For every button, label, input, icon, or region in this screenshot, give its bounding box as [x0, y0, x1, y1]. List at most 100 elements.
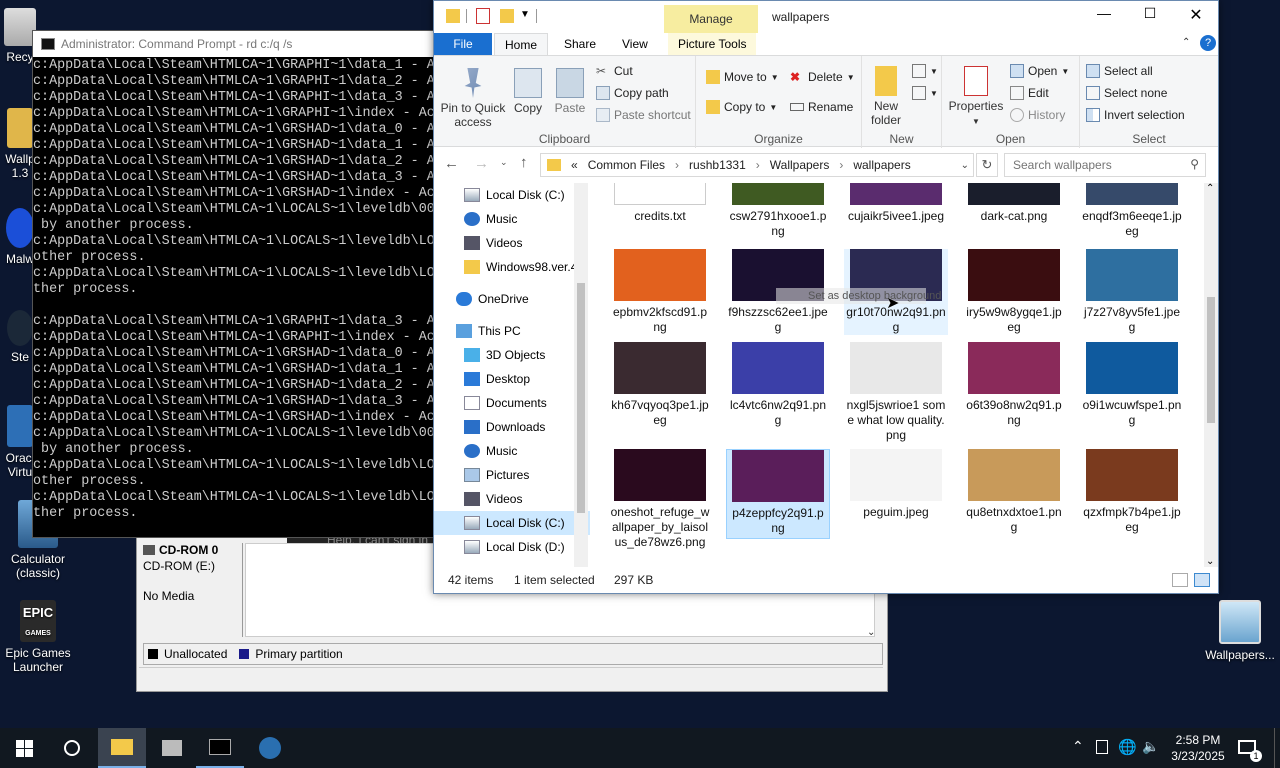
navigation-pane[interactable]: Local Disk (C:) Music Videos Windows98.ver.…: [434, 183, 590, 567]
copy-path-button[interactable]: Copy path: [596, 86, 669, 100]
close-button[interactable]: ✕: [1176, 5, 1216, 27]
content-scrollbar[interactable]: ⌃ ⌄: [1204, 183, 1218, 567]
new-item-button[interactable]: ▼: [912, 64, 938, 78]
maximize-button[interactable]: ☐: [1130, 5, 1170, 27]
breadcrumb-item[interactable]: wallpapers: [853, 158, 910, 172]
nav-scrollbar-thumb[interactable]: [577, 283, 585, 513]
file-item[interactable]: cujaikr5ivee1.jpeg: [844, 183, 948, 224]
content-scrollbar-thumb[interactable]: [1207, 297, 1215, 423]
nav-item-pictures[interactable]: Pictures: [434, 463, 590, 487]
start-button[interactable]: [0, 728, 48, 768]
copy-to-button[interactable]: Copy to ▼: [706, 100, 777, 114]
new-folder-qat-icon[interactable]: [500, 9, 514, 23]
nav-item-desktop[interactable]: Desktop: [434, 367, 590, 391]
details-view-icon[interactable]: [1172, 573, 1188, 587]
up-button[interactable]: ↑: [520, 154, 528, 171]
show-hidden-icons-button[interactable]: ⌃: [1072, 738, 1084, 755]
file-item[interactable]: nxgl5jswrioe1 some what low quality.png: [844, 342, 948, 443]
qat-dropdown-icon[interactable]: ▼: [520, 9, 530, 20]
show-desktop-button[interactable]: [1274, 728, 1280, 768]
open-button[interactable]: Open ▼: [1010, 64, 1069, 78]
properties-qat-icon[interactable]: [476, 8, 490, 24]
file-item[interactable]: csw2791hxooe1.png: [726, 183, 830, 239]
search-box[interactable]: ⚲: [1004, 153, 1206, 177]
file-item[interactable]: o6t39o8nw2q91.png: [962, 342, 1066, 428]
nav-item-videos[interactable]: Videos: [434, 231, 590, 255]
select-none-button[interactable]: Select none: [1086, 86, 1167, 100]
nav-item-local-disk-c[interactable]: Local Disk (C:): [434, 511, 590, 535]
tab-picture-tools[interactable]: Picture Tools: [668, 33, 757, 55]
breadcrumb-item[interactable]: Wallpapers: [770, 158, 830, 172]
clock[interactable]: 2:58 PM 3/23/2025: [1166, 732, 1230, 764]
desktop-icon-wallpapers-shortcut[interactable]: Wallpapers...: [1200, 600, 1280, 662]
file-item[interactable]: iry5w9w8ygqe1.jpeg: [962, 249, 1066, 335]
nav-item-local-disk-d[interactable]: Local Disk (D:): [434, 535, 590, 559]
scroll-up-arrow[interactable]: ⌃: [1206, 183, 1214, 194]
properties-button[interactable]: Properties ▼: [948, 66, 1004, 129]
cut-button[interactable]: ✂ Cut: [596, 64, 633, 78]
history-button[interactable]: History: [1010, 108, 1065, 122]
file-grid[interactable]: credits.txt csw2791hxooe1.png cujaikr5ivee…: [606, 183, 1204, 567]
help-icon[interactable]: ?: [1200, 35, 1216, 51]
file-item[interactable]: oneshot_refuge_wallpaper_by_laisolus_de7…: [608, 449, 712, 550]
file-item[interactable]: lc4vtc6nw2q91.png: [726, 342, 830, 428]
breadcrumb-overflow[interactable]: «: [571, 158, 578, 172]
file-item[interactable]: peguim.jpeg: [844, 449, 948, 520]
breadcrumb-item[interactable]: Common Files: [588, 158, 665, 172]
file-item[interactable]: dark-cat.png: [962, 183, 1066, 224]
nav-item-downloads[interactable]: Downloads: [434, 415, 590, 439]
breadcrumb-item[interactable]: rushb1331: [689, 158, 746, 172]
nav-item-windows98-ver-4[interactable]: Windows98.ver.4: [434, 255, 590, 279]
nav-item-music[interactable]: Music: [434, 439, 590, 463]
taskbar-command-prompt[interactable]: [196, 728, 244, 768]
address-dropdown-icon[interactable]: ⌄: [961, 160, 969, 171]
action-center-button[interactable]: 1: [1236, 736, 1262, 762]
cmd-titlebar[interactable]: Administrator: Command Prompt - rd c:/q …: [33, 31, 439, 57]
invert-selection-button[interactable]: Invert selection: [1086, 108, 1185, 122]
nav-item-documents[interactable]: Documents: [434, 391, 590, 415]
desktop-icon-epic-games[interactable]: EPIC GAMES Epic Games Launcher: [0, 600, 76, 674]
copy-button[interactable]: Copy: [510, 68, 546, 115]
recent-locations-icon[interactable]: ⌄: [500, 157, 508, 168]
taskbar-file-explorer[interactable]: [98, 728, 146, 768]
scroll-down-arrow[interactable]: ⌄: [867, 627, 875, 638]
tab-home[interactable]: Home: [494, 33, 549, 55]
manage-context-tab[interactable]: Manage: [664, 5, 758, 33]
edit-button[interactable]: Edit: [1010, 86, 1049, 100]
scroll-down-arrow[interactable]: ⌄: [1206, 556, 1214, 567]
device-icon[interactable]: [1096, 740, 1108, 754]
forward-button[interactable]: →: [474, 155, 489, 172]
cmd-output[interactable]: c:AppData\Local\Steam\HTMLCA~1\GRAPHI~1\…: [33, 57, 439, 537]
title-bar[interactable]: ▼ Manage wallpapers — ☐ ✕: [434, 1, 1218, 33]
move-to-button[interactable]: Move to ▼: [706, 70, 779, 84]
refresh-button[interactable]: ↻: [976, 153, 998, 177]
back-button[interactable]: ←: [444, 155, 459, 172]
delete-button[interactable]: ✖ Delete ▼: [790, 70, 855, 84]
taskbar-disk-management[interactable]: [148, 728, 196, 768]
nav-item-music[interactable]: Music: [434, 207, 590, 231]
tab-view[interactable]: View: [612, 33, 658, 55]
ribbon-collapse-icon[interactable]: ⌃: [1182, 37, 1190, 48]
file-item[interactable]: kh67vqyoq3pe1.jpeg: [608, 342, 712, 428]
command-prompt-window[interactable]: Administrator: Command Prompt - rd c:/q …: [32, 30, 440, 538]
pin-quick-access-button[interactable]: Pin to Quick access: [440, 68, 506, 129]
minimize-button[interactable]: —: [1084, 5, 1124, 27]
nav-scrollbar[interactable]: [574, 183, 588, 567]
select-all-button[interactable]: Select all: [1086, 64, 1153, 78]
tab-share[interactable]: Share: [554, 33, 606, 55]
file-item[interactable]: credits.txt: [608, 183, 712, 224]
rename-button[interactable]: Rename: [790, 100, 853, 114]
nav-item-local-disk-c[interactable]: Local Disk (C:): [434, 183, 590, 207]
nav-item-3d-objects[interactable]: 3D Objects: [434, 343, 590, 367]
file-item[interactable]: j7z27v8yv5fe1.jpeg: [1080, 249, 1184, 335]
tab-file[interactable]: File: [434, 33, 492, 55]
search-button[interactable]: [48, 728, 96, 768]
file-item[interactable]: qzxfmpk7b4pe1.jpeg: [1080, 449, 1184, 535]
volume-icon[interactable]: 🔈: [1142, 738, 1159, 755]
file-item[interactable]: qu8etnxdxtoe1.png: [962, 449, 1066, 535]
easy-access-button[interactable]: ▼: [912, 86, 938, 100]
address-bar[interactable]: « Common Files › rushb1331 › Wallpapers › w…: [540, 153, 974, 177]
large-icons-view-icon[interactable]: [1194, 573, 1210, 587]
search-input[interactable]: [1005, 154, 1175, 176]
network-icon[interactable]: 🌐: [1118, 738, 1137, 756]
